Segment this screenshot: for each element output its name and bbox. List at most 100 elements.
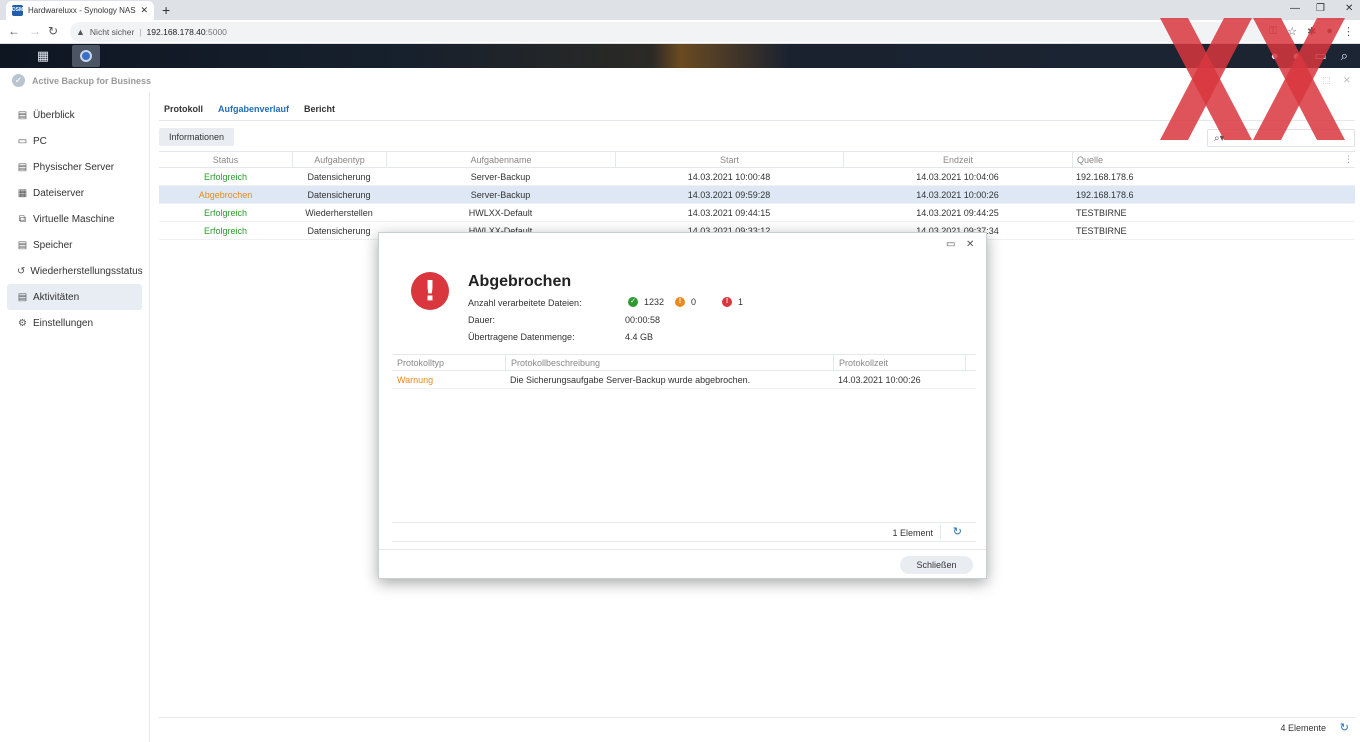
- info-button[interactable]: Informationen: [159, 128, 234, 146]
- files-label: Anzahl verarbeitete Dateien:: [468, 298, 582, 308]
- row-status: Abgebrochen: [198, 189, 253, 200]
- log-count: 1 Element: [892, 528, 933, 538]
- tab-report[interactable]: Bericht: [304, 104, 335, 114]
- sidebar-item-fileserver[interactable]: ▦ Dateiserver: [7, 180, 142, 206]
- sidebar-item-pc[interactable]: ▭ PC: [7, 128, 142, 154]
- main-menu-icon[interactable]: ▦: [30, 44, 56, 68]
- log-description: Die Sicherungsaufgabe Server-Backup wurd…: [510, 374, 751, 385]
- server-icon: ▤: [17, 161, 28, 173]
- close-window-icon[interactable]: ✕: [1345, 3, 1353, 14]
- error-icon: !: [411, 272, 449, 310]
- sidebar-item-storage[interactable]: ▤ Speicher: [7, 232, 142, 258]
- fileserver-icon: ▦: [17, 187, 28, 199]
- dialog-title: Abgebrochen: [468, 273, 572, 290]
- new-tab-button[interactable]: +: [162, 2, 170, 18]
- restore-window-icon[interactable]: ❐: [1316, 3, 1325, 14]
- row-end: 14.03.2021 10:04:06: [916, 171, 999, 182]
- files-warning-count: 0: [691, 297, 697, 307]
- sidebar: ▤ Überblick ▭ PC ▤ Physischer Server ▦ D…: [0, 92, 150, 742]
- app-title: Active Backup for Business: [32, 75, 152, 86]
- row-name: Server-Backup: [470, 189, 531, 200]
- sidebar-item-physical-server[interactable]: ▤ Physischer Server: [7, 154, 142, 180]
- close-button[interactable]: Schließen: [900, 556, 973, 574]
- tab-close-icon[interactable]: ✕: [140, 5, 148, 16]
- row-start: 14.03.2021 10:00:48: [687, 171, 771, 182]
- storage-icon: ▤: [17, 239, 28, 251]
- column-header-source[interactable]: Quelle: [1072, 152, 1342, 167]
- settings-icon: ⚙: [18, 317, 27, 329]
- sidebar-item-label: Wiederherstellungsstatus: [30, 265, 143, 277]
- log-row[interactable]: Warnung Die Sicherungsaufgabe Server-Bac…: [392, 371, 976, 389]
- sidebar-item-vm[interactable]: ⧉ Virtuelle Maschine: [7, 206, 142, 232]
- back-icon[interactable]: ←: [8, 24, 20, 38]
- files-warning: ! 0: [675, 297, 696, 307]
- synology-favicon-icon: DSM: [12, 5, 23, 16]
- column-header-log-description[interactable]: Protokollbeschreibung: [505, 355, 833, 370]
- browser-tab[interactable]: DSM Hardwareluxx - Synology NAS ✕: [6, 1, 154, 20]
- row-start: 14.03.2021 09:59:28: [687, 189, 771, 200]
- row-end: 14.03.2021 10:00:26: [916, 189, 999, 200]
- pc-icon: ▭: [17, 135, 28, 147]
- row-type: Datensicherung: [307, 189, 371, 200]
- column-menu-icon[interactable]: ⋮: [1342, 152, 1355, 167]
- row-source: TESTBIRNE: [1076, 225, 1127, 236]
- sidebar-item-label: Überblick: [33, 109, 75, 121]
- refresh-icon[interactable]: ↻: [953, 525, 962, 538]
- column-header-log-type[interactable]: Protokolltyp: [392, 355, 505, 370]
- table-footer: 4 Elemente ↻: [159, 717, 1355, 741]
- dsm-taskbar: ▦ ● ● ▭ ⌕: [0, 44, 1360, 68]
- row-start: 14.03.2021 09:44:15: [687, 207, 771, 218]
- app-icon: ✓: [12, 74, 25, 87]
- sidebar-item-restore-status[interactable]: ↺ Wiederherstellungsstatus: [7, 258, 143, 284]
- row-name: HWLXX-Default: [468, 207, 533, 218]
- watermark-logo: [1160, 18, 1345, 140]
- sidebar-item-overview[interactable]: ▤ Überblick: [7, 102, 142, 128]
- activity-icon: ▤: [17, 291, 28, 303]
- task-history-table: Status Aufgabentyp Aufgabenname Start En…: [159, 151, 1355, 240]
- column-header-spacer: [965, 355, 976, 370]
- overview-icon: ▤: [17, 109, 28, 121]
- sidebar-item-settings[interactable]: ⚙ Einstellungen: [7, 310, 142, 336]
- dialog-close-icon[interactable]: ✕: [966, 239, 974, 250]
- row-type: Datensicherung: [307, 171, 371, 182]
- address-bar[interactable]: ▲ Nicht sicher | 192.168.178.40 :5000: [70, 22, 1270, 42]
- insecure-label: Nicht sicher: [89, 27, 135, 37]
- task-details-dialog: ▭ ✕ ! Abgebrochen Anzahl verarbeitete Da…: [378, 232, 987, 579]
- reload-icon[interactable]: ↻: [48, 24, 58, 38]
- tab-title: Hardwareluxx - Synology NAS: [28, 6, 136, 15]
- column-header-start[interactable]: Start: [615, 152, 843, 167]
- dialog-maximize-icon[interactable]: ▭: [946, 239, 955, 250]
- column-header-name[interactable]: Aufgabenname: [386, 152, 615, 167]
- error-icon: !: [722, 297, 732, 307]
- refresh-icon[interactable]: ↻: [1340, 721, 1349, 734]
- minimize-icon[interactable]: —: [1290, 3, 1300, 14]
- column-header-status[interactable]: Status: [159, 152, 292, 167]
- column-header-end[interactable]: Endzeit: [843, 152, 1072, 167]
- sidebar-item-label: Aktivitäten: [33, 291, 80, 303]
- warning-icon: !: [675, 297, 685, 307]
- row-status: Erfolgreich: [203, 207, 248, 218]
- vm-icon: ⧉: [18, 213, 27, 225]
- log-table: Protokolltyp Protokollbeschreibung Proto…: [392, 354, 976, 389]
- table-row-selected[interactable]: Abgebrochen Datensicherung Server-Backup…: [159, 186, 1355, 204]
- forward-icon[interactable]: →: [29, 24, 41, 38]
- duration-label: Dauer:: [468, 315, 496, 325]
- column-header-type[interactable]: Aufgabentyp: [292, 152, 386, 167]
- row-type: Datensicherung: [307, 225, 371, 236]
- sidebar-item-label: Virtuelle Maschine: [33, 213, 115, 225]
- active-backup-taskbar-icon[interactable]: [72, 45, 100, 67]
- sidebar-item-label: Dateiserver: [33, 187, 85, 199]
- files-success-count: 1232: [644, 297, 665, 307]
- tab-task-history[interactable]: Aufgabenverlauf: [218, 104, 289, 114]
- table-row[interactable]: Erfolgreich Wiederherstellen HWLXX-Defau…: [159, 204, 1355, 222]
- log-table-header: Protokolltyp Protokollbeschreibung Proto…: [392, 354, 976, 371]
- sidebar-item-label: Speicher: [33, 239, 73, 251]
- sidebar-item-activities[interactable]: ▤ Aktivitäten: [7, 284, 142, 310]
- row-status: Erfolgreich: [203, 225, 248, 236]
- table-row[interactable]: Erfolgreich Datensicherung Server-Backup…: [159, 168, 1355, 186]
- column-header-log-time[interactable]: Protokollzeit: [833, 355, 965, 370]
- tab-log[interactable]: Protokoll: [164, 104, 203, 114]
- url-port: :5000: [205, 27, 227, 37]
- browser-tabstrip: DSM Hardwareluxx - Synology NAS ✕ + — ❐ …: [0, 0, 1360, 20]
- files-error: ! 1: [722, 297, 743, 307]
